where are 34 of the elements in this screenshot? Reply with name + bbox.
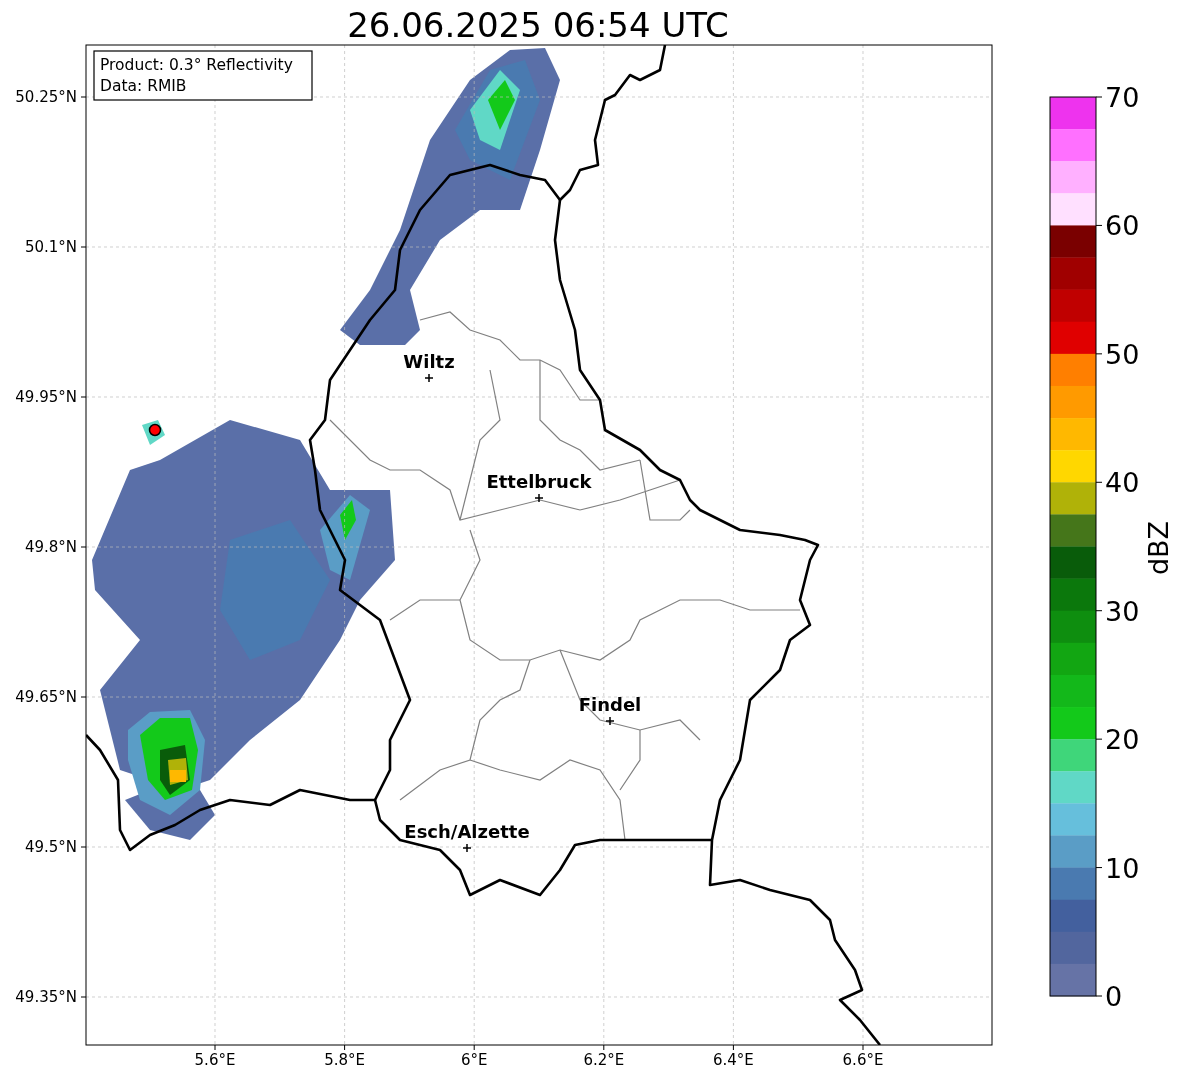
city-marker bbox=[424, 373, 434, 383]
latitude-label: 50.1°N bbox=[24, 238, 77, 256]
longitude-label: 6.2°E bbox=[583, 1051, 625, 1069]
colorbar-tick-label: 70 bbox=[1105, 82, 1140, 113]
colorbar-tick-label: 50 bbox=[1105, 338, 1140, 370]
colorbar-tick-label: 60 bbox=[1105, 210, 1140, 242]
city-label: Wiltz bbox=[403, 351, 455, 372]
longitude-label: 6.4°E bbox=[713, 1051, 754, 1069]
info-text: Data: RMIB bbox=[100, 77, 187, 95]
longitude-label: 6.6°E bbox=[842, 1051, 884, 1069]
latitude-label: 49.5°N bbox=[24, 838, 77, 856]
longitude-label: 6°E bbox=[460, 1051, 488, 1069]
city-label: Ettelbruck bbox=[486, 471, 592, 492]
colorbar-tick-label: 30 bbox=[1105, 595, 1140, 627]
latitude-label: 49.65°N bbox=[15, 688, 77, 706]
longitude-label: 5.6°E bbox=[194, 1051, 236, 1069]
longitude-label: 5.8°E bbox=[324, 1051, 365, 1069]
city-marker bbox=[462, 843, 472, 853]
latitude-label: 50.25°N bbox=[15, 88, 77, 106]
chart-title: 26.06.2025 06:54 UTC bbox=[347, 5, 729, 45]
info-text: Product: 0.3° Reflectivity bbox=[100, 56, 293, 74]
city-label: Findel bbox=[578, 694, 642, 715]
colorbar-label: dBZ bbox=[1143, 520, 1174, 576]
colorbar-tick-label: 20 bbox=[1105, 724, 1140, 756]
latitude-label: 49.8°N bbox=[24, 538, 77, 556]
city-marker bbox=[534, 493, 544, 503]
city-marker bbox=[605, 716, 615, 726]
colorbar-tick-label: 40 bbox=[1105, 467, 1140, 499]
city-label: Esch/Alzette bbox=[404, 821, 530, 842]
radar-site-marker bbox=[148, 423, 162, 437]
colorbar-tick-label: 0 bbox=[1105, 981, 1123, 1012]
latitude-label: 49.95°N bbox=[15, 388, 77, 406]
latitude-label: 49.35°N bbox=[15, 988, 77, 1006]
colorbar-tick-label: 10 bbox=[1105, 852, 1140, 884]
